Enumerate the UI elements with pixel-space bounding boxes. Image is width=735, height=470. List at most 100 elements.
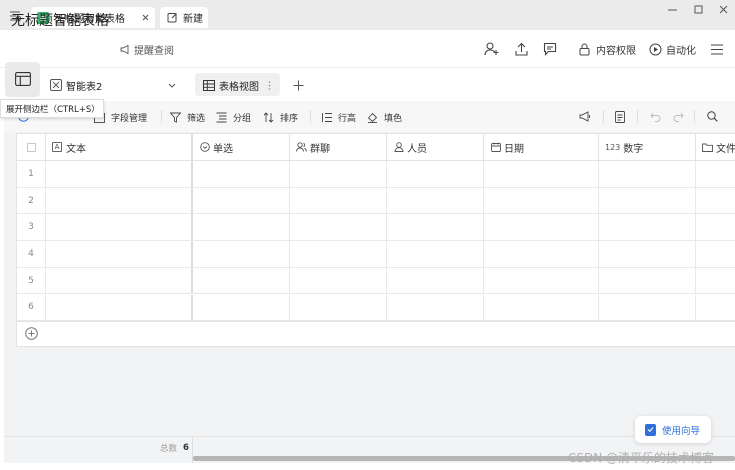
table-cell[interactable] (387, 267, 484, 294)
table-cell[interactable] (46, 161, 193, 187)
table-cell[interactable] (290, 267, 387, 294)
automation-button[interactable]: 自动化 (649, 42, 696, 57)
table-cell[interactable] (599, 241, 696, 267)
filter-icon (170, 112, 181, 123)
more-vertical-icon[interactable] (266, 80, 272, 90)
table-cell[interactable] (599, 187, 696, 214)
table-cell[interactable] (484, 214, 599, 241)
guide-icon (645, 423, 656, 436)
add-collaborator-icon[interactable] (483, 41, 499, 57)
row-number-cell: 1 (17, 161, 46, 187)
table-cell[interactable] (599, 161, 696, 187)
table-cell[interactable] (290, 294, 387, 321)
table-cell[interactable] (193, 267, 290, 294)
table-cell[interactable] (46, 267, 193, 294)
undo-icon[interactable] (649, 111, 661, 122)
table-row[interactable]: 1 (17, 161, 735, 188)
table-cell[interactable] (484, 161, 599, 187)
row-height-button[interactable]: 行高 (321, 111, 356, 124)
user-guide-label: 使用向导 (662, 425, 701, 437)
minimize-icon[interactable] (665, 2, 679, 16)
table-cell[interactable] (290, 241, 387, 267)
table-cell[interactable] (696, 241, 735, 267)
fill-color-button[interactable]: 填色 (367, 111, 402, 124)
table-cell[interactable] (599, 214, 696, 241)
menu-icon[interactable] (709, 41, 725, 57)
column-header-single-select[interactable]: 单选 (193, 134, 290, 161)
table-cell[interactable] (193, 241, 290, 267)
filter-button[interactable]: 筛选 (170, 111, 205, 124)
lock-icon (578, 43, 590, 56)
table-row[interactable]: 3 (17, 214, 735, 242)
paint-bucket-icon (367, 112, 378, 123)
table-row[interactable]: 4 (17, 241, 735, 268)
field-management-label: 字段管理 (111, 114, 148, 124)
reminder-button[interactable]: 提醒查阅 (120, 42, 174, 57)
table-cell[interactable] (387, 241, 484, 267)
permission-button[interactable]: 内容权限 (578, 42, 636, 57)
table-cell[interactable] (290, 161, 387, 187)
table-cell[interactable] (193, 161, 290, 187)
table-row[interactable]: 5 (17, 267, 735, 295)
announcement-icon[interactable] (578, 110, 591, 123)
search-icon[interactable] (707, 111, 718, 122)
row-number-cell: 4 (17, 241, 46, 267)
table-cell[interactable] (193, 214, 290, 241)
document-title[interactable]: 无标题智能表格 (11, 10, 109, 30)
add-row-icon[interactable] (24, 326, 38, 340)
maximize-icon[interactable] (691, 2, 705, 16)
table-cell[interactable] (599, 294, 696, 321)
table-cell[interactable] (484, 267, 599, 294)
column-header-group-chat[interactable]: 群聊 (290, 134, 387, 161)
tab-new[interactable]: 新建 (160, 7, 208, 28)
table-cell[interactable] (696, 268, 735, 294)
sheet-selector[interactable]: 智能表2 (50, 77, 180, 93)
table-cell[interactable] (290, 214, 387, 241)
table-cell[interactable] (599, 267, 696, 294)
table-cell[interactable] (484, 294, 599, 321)
table-cell[interactable] (46, 294, 193, 321)
table-cell[interactable] (193, 294, 290, 321)
table-cell[interactable] (387, 161, 484, 187)
sheet-name: 智能表2 (66, 81, 103, 93)
table-cell[interactable] (193, 187, 290, 214)
table-cell[interactable] (387, 294, 484, 321)
table-cell[interactable] (387, 187, 484, 214)
column-header-person[interactable]: 人员 (387, 134, 484, 161)
table-cell[interactable] (484, 187, 599, 214)
column-header-file[interactable]: 文件 (696, 134, 735, 161)
table-row[interactable]: 2 (17, 187, 735, 215)
comment-icon[interactable] (542, 41, 558, 57)
megaphone-icon (120, 44, 131, 55)
table-cell[interactable] (46, 187, 193, 214)
table-cell[interactable] (696, 214, 735, 240)
text-field-icon: A (52, 142, 62, 152)
redo-icon[interactable] (672, 111, 684, 122)
table-row[interactable]: 6 (17, 294, 735, 322)
table-cell[interactable] (46, 241, 193, 267)
table-cell[interactable] (46, 214, 193, 241)
table-cell[interactable] (290, 187, 387, 214)
single-select-icon (199, 142, 210, 153)
filter-label: 筛选 (187, 114, 206, 124)
share-icon[interactable] (513, 41, 529, 57)
column-header-text[interactable]: A 文本 (46, 134, 193, 161)
user-guide-button[interactable]: 使用向导 (635, 416, 711, 443)
table-cell[interactable] (484, 241, 599, 267)
close-window-icon[interactable] (716, 2, 730, 16)
table-cell[interactable] (696, 161, 735, 187)
select-all-checkbox[interactable] (26, 142, 36, 152)
column-header-number[interactable]: 123 数字 (599, 134, 696, 161)
form-icon[interactable] (614, 110, 626, 123)
reminder-label: 提醒查阅 (134, 46, 174, 57)
column-header-date[interactable]: 日期 (484, 134, 599, 161)
table-cell[interactable] (696, 295, 735, 321)
close-icon[interactable] (141, 14, 149, 22)
group-button[interactable]: 分组 (216, 111, 251, 124)
table-cell[interactable] (696, 188, 735, 214)
column-label: 数字 (623, 143, 644, 155)
sort-button[interactable]: 排序 (263, 111, 298, 124)
table-cell[interactable] (387, 214, 484, 241)
add-view-icon[interactable] (292, 79, 304, 91)
column-label: 文件 (716, 143, 735, 155)
